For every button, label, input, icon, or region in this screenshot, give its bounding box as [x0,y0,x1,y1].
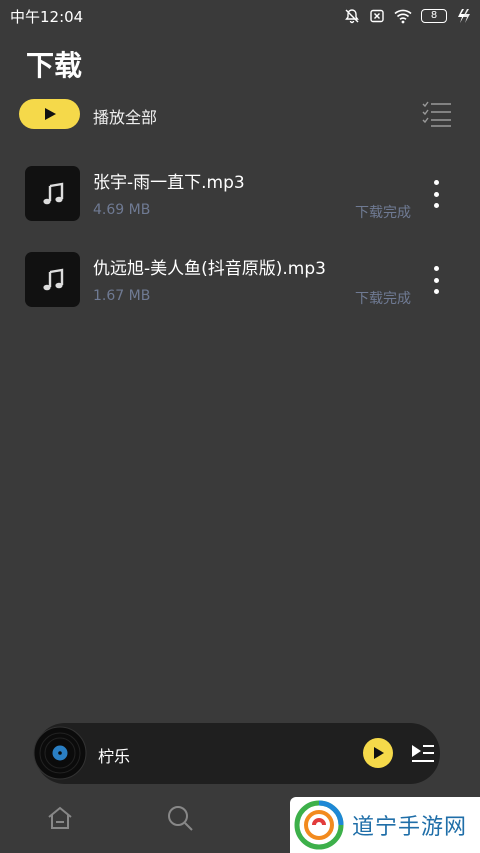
more-options-icon[interactable] [428,180,444,208]
watermark-logo [294,800,344,850]
play-all-button[interactable] [19,99,80,129]
song-size: 1.67 MB [93,288,151,304]
more-options-icon[interactable] [428,266,444,294]
multi-select-icon[interactable] [422,100,452,128]
status-icons: 8 [344,8,470,24]
play-button[interactable] [363,738,393,768]
now-playing-title: 柠乐 [98,747,131,766]
no-sim-icon [370,9,384,23]
play-icon [44,108,56,120]
download-status: 下载完成 [355,291,411,307]
charging-icon [458,9,470,23]
home-icon[interactable] [45,803,75,833]
watermark: 道宁手游网 [290,797,480,853]
play-icon [374,747,384,759]
list-item[interactable]: 仇远旭-美人鱼(抖音原版).mp3 1.67 MB 下载完成 [0,252,480,324]
notifications-off-icon [345,9,359,24]
playlist-icon[interactable] [410,741,436,765]
mini-player[interactable]: 柠乐 [33,723,440,784]
music-note-icon [25,252,80,307]
music-note-icon [25,166,80,221]
download-status: 下载完成 [355,205,411,221]
vinyl-disc-icon [33,726,87,780]
song-title: 仇远旭-美人鱼(抖音原版).mp3 [93,259,326,279]
status-time: 中午12:04 [10,7,84,26]
list-item[interactable]: 张宇-雨一直下.mp3 4.69 MB 下载完成 [0,166,480,238]
watermark-text: 道宁手游网 [352,815,468,840]
song-title: 张宇-雨一直下.mp3 [93,173,245,193]
search-icon[interactable] [165,803,195,833]
wifi-icon [394,9,412,24]
status-bar: 中午12:04 8 [0,0,480,32]
page-title: 下载 [26,49,83,82]
song-size: 4.69 MB [93,202,151,218]
battery-icon: 8 [421,9,447,23]
play-all-label[interactable]: 播放全部 [93,104,157,128]
